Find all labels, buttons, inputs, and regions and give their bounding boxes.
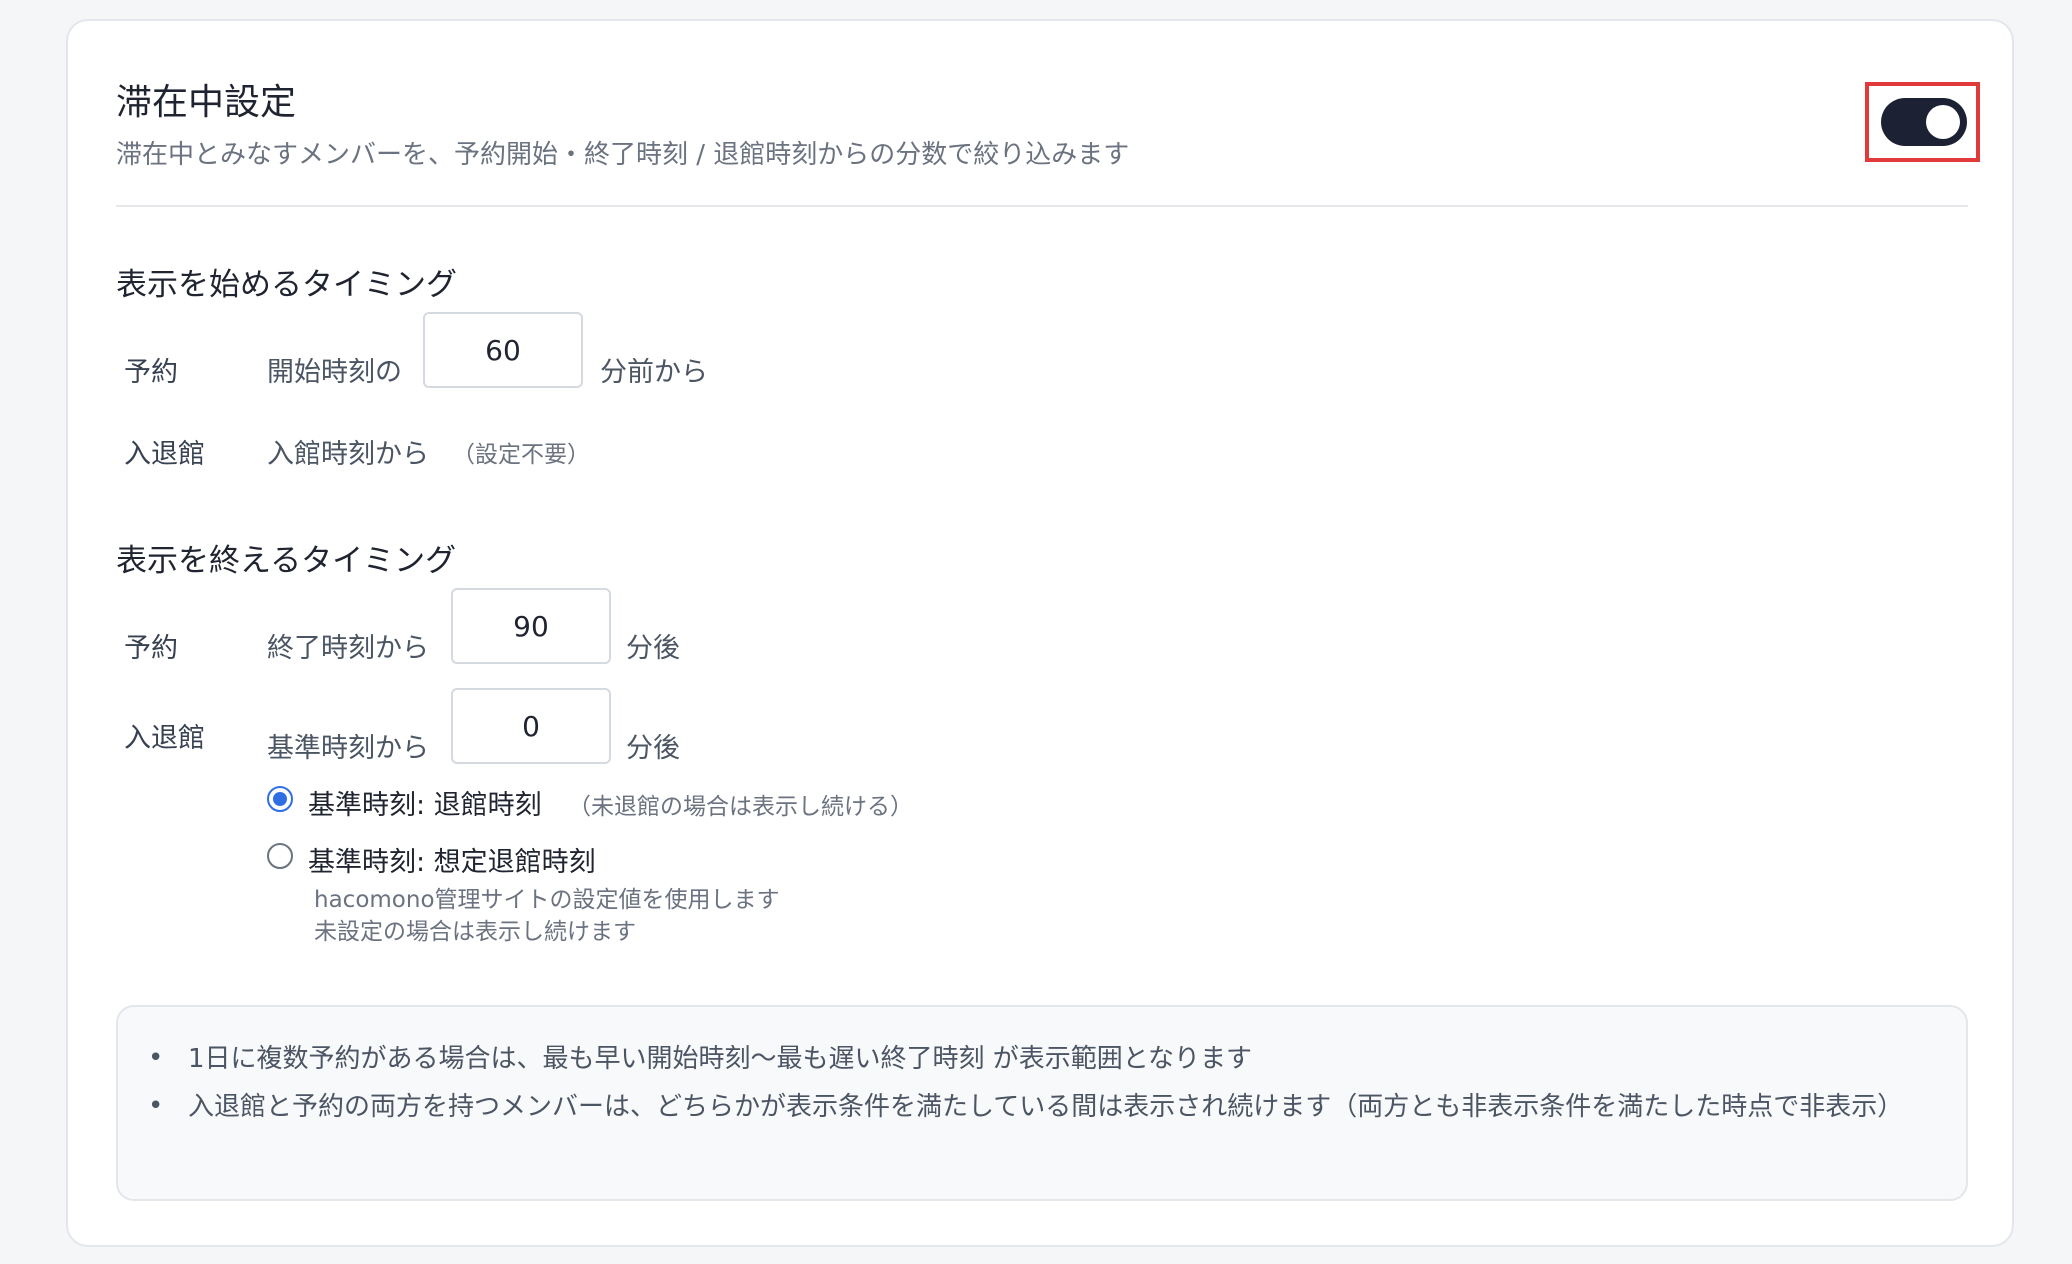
- start-entry-exit-note: （設定不要）: [452, 442, 590, 468]
- stay-settings-card: 滞在中設定 滞在中とみなすメンバーを、予約開始・終了時刻 / 退館時刻からの分数…: [66, 19, 2014, 1247]
- end-entry-exit-minutes-input[interactable]: [451, 688, 611, 764]
- end-entry-exit-label: 入退館: [124, 723, 205, 754]
- start-reservation-prefix: 開始時刻の: [267, 357, 402, 388]
- toggle-knob: [1926, 105, 1960, 139]
- start-reservation-label: 予約: [124, 357, 178, 388]
- toggle-highlight-frame: [1865, 82, 1980, 162]
- radio-expected-exit-desc-1: hacomono管理サイトの設定値を使用します: [314, 887, 780, 913]
- radio-exit-time-note: （未退館の場合は表示し続ける）: [568, 794, 913, 820]
- end-entry-exit-suffix: 分後: [626, 733, 680, 764]
- radio-expected-exit-desc-2: 未設定の場合は表示し続けます: [314, 919, 636, 945]
- end-reservation-suffix: 分後: [626, 633, 680, 664]
- end-reservation-minutes-input[interactable]: [451, 588, 611, 664]
- start-timing-heading: 表示を始めるタイミング: [116, 267, 457, 303]
- start-entry-exit-prefix: 入館時刻から: [267, 439, 429, 470]
- bullet-dot: •: [148, 1043, 164, 1073]
- info-note-item: 入退館と予約の両方を持つメンバーは、どちらかが表示条件を満たしている間は表示され…: [188, 1092, 1904, 1122]
- page-title: 滞在中設定: [116, 82, 297, 123]
- info-notes-box: • 1日に複数予約がある場合は、最も早い開始時刻〜最も遅い終了時刻 が表示範囲と…: [116, 1005, 1968, 1201]
- start-reservation-minutes-input[interactable]: [423, 312, 583, 388]
- info-note-item: 1日に複数予約がある場合は、最も早い開始時刻〜最も遅い終了時刻 が表示範囲となり…: [188, 1044, 1253, 1074]
- end-entry-exit-prefix: 基準時刻から: [267, 733, 429, 764]
- start-reservation-suffix: 分前から: [600, 357, 708, 388]
- radio-expected-exit-time[interactable]: [267, 843, 293, 869]
- header-divider: [116, 205, 1968, 207]
- page-subtitle: 滞在中とみなすメンバーを、予約開始・終了時刻 / 退館時刻からの分数で絞り込みま…: [116, 140, 1130, 170]
- end-reservation-label: 予約: [124, 633, 178, 664]
- end-timing-heading: 表示を終えるタイミング: [116, 543, 457, 579]
- radio-expected-exit-time-label[interactable]: 基準時刻: 想定退館時刻: [308, 840, 596, 879]
- radio-exit-time[interactable]: [267, 786, 293, 812]
- bullet-dot: •: [148, 1091, 164, 1121]
- end-reservation-prefix: 終了時刻から: [267, 633, 429, 664]
- start-entry-exit-label: 入退館: [124, 439, 205, 470]
- stay-settings-toggle[interactable]: [1881, 98, 1967, 146]
- radio-exit-time-label[interactable]: 基準時刻: 退館時刻: [308, 783, 542, 822]
